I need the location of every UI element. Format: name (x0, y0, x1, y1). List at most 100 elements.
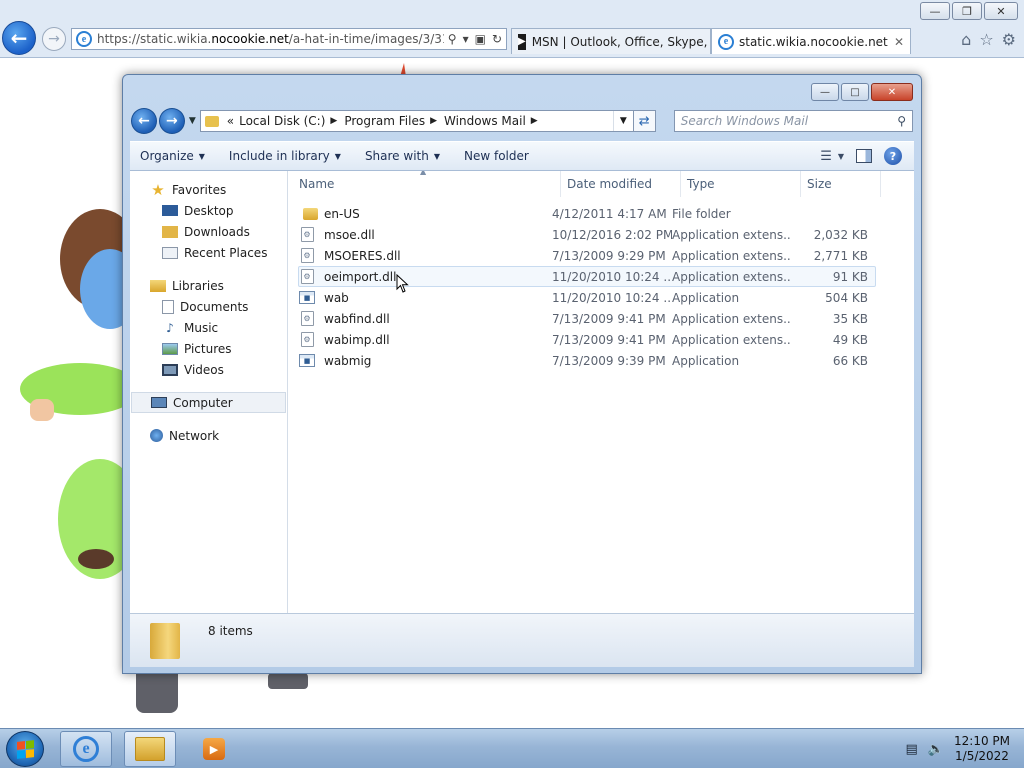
libraries-icon (150, 279, 166, 292)
tab-label: static.wikia.nocookie.net (739, 34, 888, 49)
videos-icon (162, 363, 178, 376)
explorer-content: ★ Favorites Desktop Downloads Recent Plac… (130, 171, 914, 613)
file-size: 504 KB (825, 290, 868, 305)
tab-wikia[interactable]: e static.wikia.nocookie.net ✕ (711, 28, 911, 54)
command-bar: Organize ▼ Include in library ▼ Share with… (130, 141, 914, 171)
search-icon[interactable]: ⚲ (897, 114, 906, 128)
breadcrumb[interactable]: « Local Disk (C:) ▶ Program Files ▶ Wind… (199, 110, 634, 132)
nav-computer[interactable]: Computer (131, 392, 286, 413)
new-folder-button[interactable]: New folder (464, 149, 529, 163)
downloads-icon (162, 225, 178, 238)
folder-icon (204, 115, 219, 127)
preview-pane-icon[interactable] (856, 149, 872, 163)
column-name-header[interactable]: Name ▲ (288, 171, 561, 197)
file-row[interactable]: ⚙ wabfind.dll 7/13/2009 9:41 PM Applicati… (298, 308, 876, 329)
nav-network[interactable]: Network (130, 425, 287, 446)
desktop-icon (162, 205, 178, 216)
file-rows: en-US 4/12/2011 4:17 AM File folder ⚙ mso… (288, 197, 914, 371)
pictures-icon (162, 342, 178, 355)
nav-downloads[interactable]: Downloads (130, 221, 287, 242)
close-icon[interactable]: ✕ (871, 83, 913, 101)
minimize-icon[interactable]: — (811, 83, 839, 101)
file-date: 10/12/2016 2:02 PM (552, 227, 672, 242)
nav-documents[interactable]: Documents (130, 296, 287, 317)
help-icon[interactable]: ? (884, 147, 902, 165)
back-arrow-icon[interactable]: ← (131, 108, 157, 134)
chevron-right-icon[interactable]: ▶ (531, 116, 538, 126)
tab-msn[interactable]: ▶ MSN | Outlook, Office, Skype, ... (511, 28, 711, 54)
volume-icon[interactable]: 🔈 (928, 742, 944, 757)
file-row[interactable]: ⚙ wabimp.dll 7/13/2009 9:41 PM Applicatio… (298, 329, 876, 350)
file-size: 49 KB (832, 332, 868, 347)
chevron-down-icon[interactable]: ▾ (463, 32, 469, 46)
file-row[interactable]: ■ wabmig 7/13/2009 9:39 PM Application 66… (298, 350, 876, 371)
ie-icon: e (73, 736, 99, 762)
forward-arrow-icon[interactable]: → (158, 108, 185, 134)
back-arrow-icon[interactable]: ← (2, 21, 36, 55)
organize-button[interactable]: Organize ▼ (140, 149, 205, 163)
address-url[interactable]: https://static.wikia.nocookie.net/a-hat-… (97, 32, 444, 46)
file-row[interactable]: ■ wab 11/20/2010 10:24 ... Application 50… (298, 287, 876, 308)
forward-arrow-icon[interactable]: → (42, 27, 66, 51)
close-icon[interactable]: ✕ (984, 2, 1018, 20)
home-icon[interactable]: ⌂ (961, 30, 971, 49)
taskbar-media-player[interactable]: ▶ (188, 731, 240, 767)
gear-icon[interactable]: ⚙ (1002, 30, 1016, 49)
chevron-right-icon[interactable]: ▶ (330, 116, 337, 126)
view-options-icon[interactable]: ☰ ▼ (820, 149, 844, 164)
start-button[interactable] (6, 731, 44, 767)
recent-locations-chevron-icon[interactable]: ▼ (189, 116, 196, 126)
explorer-window: — □ ✕ ← → ▼ « Local Disk (C:) ▶ Program … (122, 74, 922, 674)
nav-favorites[interactable]: ★ Favorites (130, 179, 287, 200)
restore-icon[interactable]: ❐ (952, 2, 982, 20)
search-icon[interactable]: ⚲ (448, 32, 457, 46)
nav-desktop[interactable]: Desktop (130, 200, 287, 221)
file-date: 7/13/2009 9:29 PM (552, 248, 666, 263)
refresh-icon[interactable]: ⇄ (633, 110, 656, 132)
breadcrumb-windows-mail[interactable]: Windows Mail (444, 114, 526, 128)
chevron-right-icon[interactable]: ▶ (430, 116, 437, 126)
dll-icon: ⚙ (300, 311, 314, 326)
file-type: Application extens... (672, 269, 792, 284)
star-icon: ★ (151, 180, 165, 199)
taskbar-internet-explorer[interactable]: e (60, 731, 112, 767)
column-date-header[interactable]: Date modified (561, 171, 681, 197)
tab-close-icon[interactable]: ✕ (894, 35, 904, 49)
file-date: 11/20/2010 10:24 ... (552, 290, 672, 305)
address-bar[interactable]: e https://static.wikia.nocookie.net/a-ha… (71, 28, 507, 50)
folder-icon (150, 622, 180, 659)
nav-videos[interactable]: Videos (130, 359, 287, 380)
file-date: 7/13/2009 9:39 PM (552, 353, 666, 368)
chevron-down-icon[interactable]: ▼ (612, 111, 633, 131)
minimize-icon[interactable]: — (920, 2, 950, 20)
nav-pictures[interactable]: Pictures (130, 338, 287, 359)
share-with-button[interactable]: Share with ▼ (365, 149, 440, 163)
search-input[interactable]: Search Windows Mail ⚲ (673, 110, 913, 132)
file-row[interactable]: en-US 4/12/2011 4:17 AM File folder (298, 203, 876, 224)
refresh-icon[interactable]: ↻ (492, 32, 502, 46)
sort-ascending-icon: ▲ (420, 171, 427, 176)
nav-libraries[interactable]: Libraries (130, 275, 287, 296)
file-row[interactable]: ⚙ MSOERES.dll 7/13/2009 9:29 PM Applicati… (298, 245, 876, 266)
maximize-icon[interactable]: □ (841, 83, 869, 101)
nav-music[interactable]: ♪ Music (130, 317, 287, 338)
column-size-header[interactable]: Size (801, 171, 881, 197)
tab-label: MSN | Outlook, Office, Skype, ... (531, 34, 711, 49)
breadcrumb-overflow[interactable]: « (227, 114, 234, 128)
file-type: Application extens... (672, 311, 792, 326)
include-in-library-button[interactable]: Include in library ▼ (229, 149, 341, 163)
network-tray-icon[interactable]: ▤ (906, 742, 918, 757)
nav-recent-places[interactable]: Recent Places (130, 242, 287, 263)
favorites-star-icon[interactable]: ☆ (979, 30, 993, 49)
file-row[interactable]: ⚙ msoe.dll 10/12/2016 2:02 PM Application… (298, 224, 876, 245)
clock[interactable]: 12:10 PM 1/5/2022 (954, 734, 1010, 764)
file-size: 91 KB (832, 269, 868, 284)
file-row[interactable]: ⚙ oeimport.dll 11/20/2010 10:24 ... Appli… (298, 266, 876, 287)
ie-page-icon: e (718, 33, 734, 50)
lock-icon[interactable]: ▣ (475, 32, 486, 46)
breadcrumb-local-disk[interactable]: Local Disk (C:) (239, 114, 325, 128)
dll-icon: ⚙ (300, 227, 314, 242)
taskbar-windows-explorer[interactable] (124, 731, 176, 767)
column-type-header[interactable]: Type (681, 171, 801, 197)
breadcrumb-program-files[interactable]: Program Files (344, 114, 425, 128)
